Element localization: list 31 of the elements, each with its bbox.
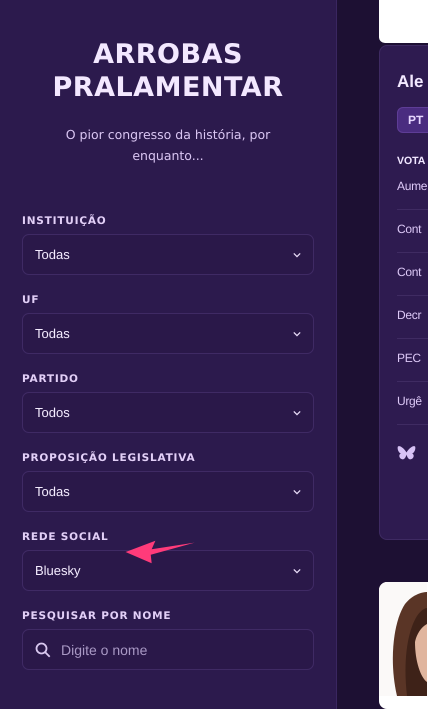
butterfly-icon[interactable] bbox=[397, 444, 416, 462]
filter-dropdown[interactable]: Todas bbox=[22, 471, 314, 512]
filter-label: REDE SOCIAL bbox=[22, 530, 110, 544]
site-title: ARROBAS PRALAMENTAR bbox=[52, 38, 284, 104]
vote-item: Aume bbox=[397, 166, 428, 210]
vote-item: Cont bbox=[397, 252, 428, 296]
chevron-down-icon bbox=[293, 410, 301, 416]
vote-item: Cont bbox=[397, 210, 428, 253]
chevron-down-icon bbox=[293, 252, 301, 258]
filter-label: INSTITUIÇÃO bbox=[22, 214, 108, 228]
section-heading: VOTA bbox=[397, 154, 426, 167]
filter-dropdown[interactable]: Todas bbox=[22, 313, 314, 354]
site-subtitle: O pior congresso da história, por enquanto... bbox=[64, 126, 272, 165]
party-badge: PT bbox=[397, 106, 428, 133]
filter-label: UF bbox=[22, 293, 40, 307]
filter-label: PARTIDO bbox=[22, 372, 80, 386]
chevron-down-icon bbox=[293, 330, 301, 336]
person-name: Ale bbox=[397, 72, 424, 92]
chevron-down-icon bbox=[293, 488, 301, 494]
search-field[interactable]: Digite o nome bbox=[22, 629, 314, 670]
vote-item: PEC bbox=[397, 338, 428, 382]
filter-label: PESQUISAR POR NOME bbox=[22, 609, 172, 623]
filter-dropdown[interactable]: Bluesky bbox=[22, 550, 314, 591]
filter-label: PROPOSIÇÃO LEGISLATIVA bbox=[22, 451, 196, 465]
search-icon bbox=[35, 642, 51, 658]
filter-dropdown[interactable]: Todas bbox=[22, 234, 314, 275]
vote-item: Decr bbox=[397, 296, 428, 339]
chevron-down-icon bbox=[293, 568, 301, 574]
filter-dropdown[interactable]: Todos bbox=[22, 392, 314, 433]
search-input[interactable]: Digite o nome bbox=[61, 642, 301, 658]
vote-item: Urgê bbox=[397, 382, 428, 425]
